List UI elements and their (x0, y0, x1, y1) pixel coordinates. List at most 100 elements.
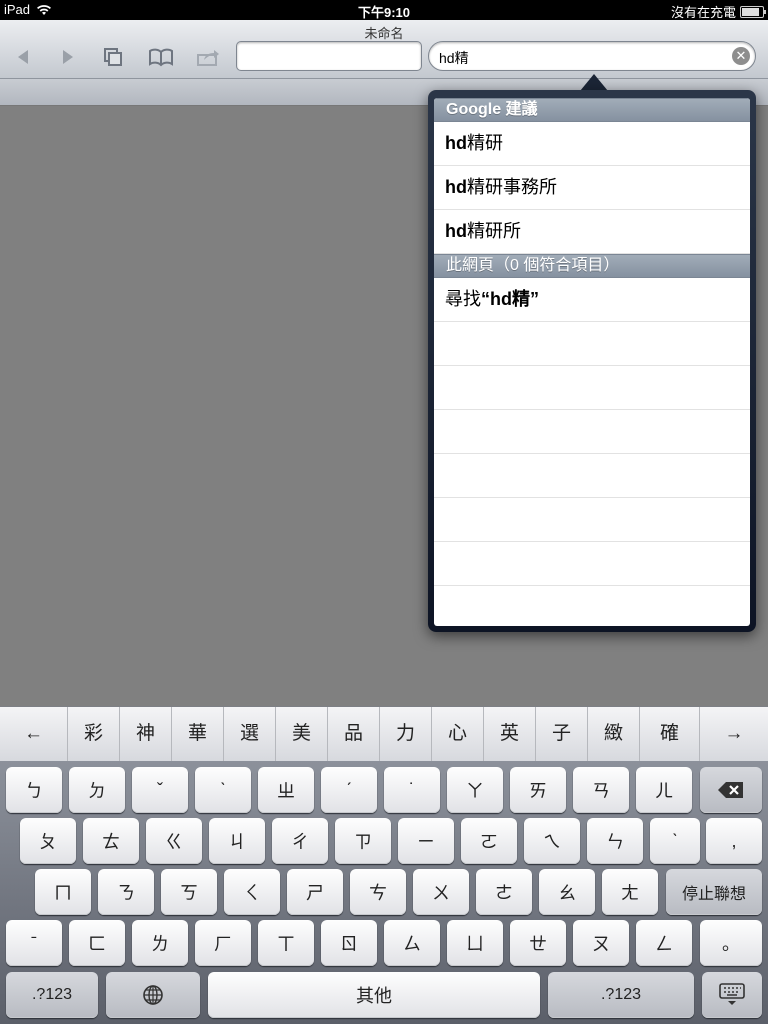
pages-button[interactable] (98, 44, 128, 70)
candidate-prev-button[interactable]: ← (0, 707, 68, 761)
globe-key[interactable] (106, 972, 200, 1018)
address-field[interactable] (236, 41, 422, 71)
key[interactable]: ㄏ (195, 920, 251, 966)
key[interactable]: ㄙ (384, 920, 440, 966)
candidate-item[interactable]: 英 (484, 707, 536, 761)
empty-row (434, 542, 750, 586)
key[interactable]: ㄓ (258, 767, 314, 813)
candidate-item[interactable]: 華 (172, 707, 224, 761)
forward-button[interactable] (53, 44, 83, 70)
key[interactable]: ㄔ (272, 818, 328, 864)
status-bar: iPad 下午9:10 沒有在充電 (0, 0, 768, 20)
key[interactable]: ㄒ (258, 920, 314, 966)
key[interactable]: ㄑ (224, 869, 280, 915)
share-button[interactable] (193, 44, 223, 70)
key[interactable]: ㄌ (132, 920, 188, 966)
key[interactable]: ˙ (384, 767, 440, 813)
find-term: “hd精” (481, 289, 539, 309)
key[interactable]: 。 (700, 920, 762, 966)
key[interactable]: ㄈ (69, 920, 125, 966)
key[interactable]: ㄦ (636, 767, 692, 813)
empty-row (434, 410, 750, 454)
key[interactable]: ㄖ (321, 920, 377, 966)
find-prefix: 尋找 (445, 289, 481, 309)
key[interactable]: ㄚ (447, 767, 503, 813)
numbers-key-right[interactable]: .?123 (548, 972, 694, 1018)
key[interactable]: ㄩ (447, 920, 503, 966)
candidate-item[interactable]: 美 (276, 707, 328, 761)
back-icon (18, 50, 28, 64)
key[interactable]: ˋ (650, 818, 700, 864)
share-icon (197, 50, 219, 66)
stop-association-key[interactable]: 停止聯想 (666, 869, 762, 915)
candidate-item[interactable]: 品 (328, 707, 380, 761)
key[interactable]: ㄛ (461, 818, 517, 864)
empty-row (434, 322, 750, 366)
candidate-item[interactable]: 確 (640, 707, 700, 761)
empty-row (434, 366, 750, 410)
empty-row (434, 454, 750, 498)
key[interactable]: ㄡ (573, 920, 629, 966)
browser-toolbar: 未命名 hd精 ✕ (0, 20, 768, 79)
key[interactable]: ㄉ (69, 767, 125, 813)
key[interactable]: ㄘ (350, 869, 406, 915)
space-key[interactable]: 其他 (208, 972, 540, 1018)
key[interactable]: ㄜ (476, 869, 532, 915)
key[interactable]: ㄗ (335, 818, 391, 864)
bookmarks-icon (149, 48, 173, 67)
key[interactable]: ˋ (195, 767, 251, 813)
numbers-key[interactable]: .?123 (6, 972, 98, 1018)
forward-icon (63, 50, 73, 64)
back-button[interactable] (8, 44, 38, 70)
clear-icon[interactable]: ✕ (732, 47, 750, 65)
candidate-item[interactable]: 心 (432, 707, 484, 761)
key[interactable]: ㄎ (161, 869, 217, 915)
key[interactable]: ㄤ (602, 869, 658, 915)
candidate-item[interactable]: 選 (224, 707, 276, 761)
key[interactable]: ㄧ (398, 818, 454, 864)
key[interactable]: ㄋ (98, 869, 154, 915)
hide-keyboard-key[interactable] (702, 972, 762, 1018)
key[interactable]: ㄥ (636, 920, 692, 966)
find-on-page-item[interactable]: 尋找“hd精” (434, 278, 750, 322)
key[interactable]: ㄐ (209, 818, 265, 864)
search-input[interactable]: hd精 ✕ (428, 41, 756, 71)
delete-key[interactable] (700, 767, 762, 813)
pages-icon (104, 48, 122, 66)
candidate-item[interactable]: 子 (536, 707, 588, 761)
key[interactable]: ㄅ (6, 767, 62, 813)
key[interactable]: ˊ (321, 767, 377, 813)
candidate-item[interactable]: 緻 (588, 707, 640, 761)
hide-keyboard-icon (719, 983, 745, 1005)
key[interactable]: ㄟ (524, 818, 580, 864)
key[interactable]: ㄝ (510, 920, 566, 966)
key[interactable]: ㄊ (83, 818, 139, 864)
key[interactable]: , (706, 818, 762, 864)
key[interactable]: ㄞ (510, 767, 566, 813)
key[interactable]: ㄠ (539, 869, 595, 915)
key[interactable]: ㄇ (35, 869, 91, 915)
candidate-next-button[interactable]: → (700, 707, 768, 761)
key[interactable]: ㄢ (573, 767, 629, 813)
key[interactable]: ㄍ (146, 818, 202, 864)
charging-status: 沒有在充電 (670, 5, 736, 20)
candidate-item[interactable]: 彩 (68, 707, 120, 761)
key[interactable]: ㄆ (20, 818, 76, 864)
page-matches-header: 此網頁（0 個符合項目） (434, 254, 750, 278)
key[interactable]: ㄕ (287, 869, 343, 915)
candidate-item[interactable]: 神 (120, 707, 172, 761)
suggestion-item[interactable]: hd精研 (434, 122, 750, 166)
key[interactable]: ㄨ (413, 869, 469, 915)
delete-icon (718, 782, 743, 798)
page-title: 未命名 (364, 26, 404, 41)
key[interactable]: ˇ (132, 767, 188, 813)
bookmarks-button[interactable] (146, 44, 176, 70)
candidate-bar: ← 彩 神 華 選 美 品 力 心 英 子 緻 確 → (0, 706, 768, 762)
search-value: hd精 (439, 50, 469, 66)
google-suggestions-header: Google 建議 (434, 98, 750, 122)
candidate-item[interactable]: 力 (380, 707, 432, 761)
key[interactable]: ˉ (6, 920, 62, 966)
key[interactable]: ㄣ (587, 818, 643, 864)
suggestion-item[interactable]: hd精研所 (434, 210, 750, 254)
suggestion-item[interactable]: hd精研事務所 (434, 166, 750, 210)
